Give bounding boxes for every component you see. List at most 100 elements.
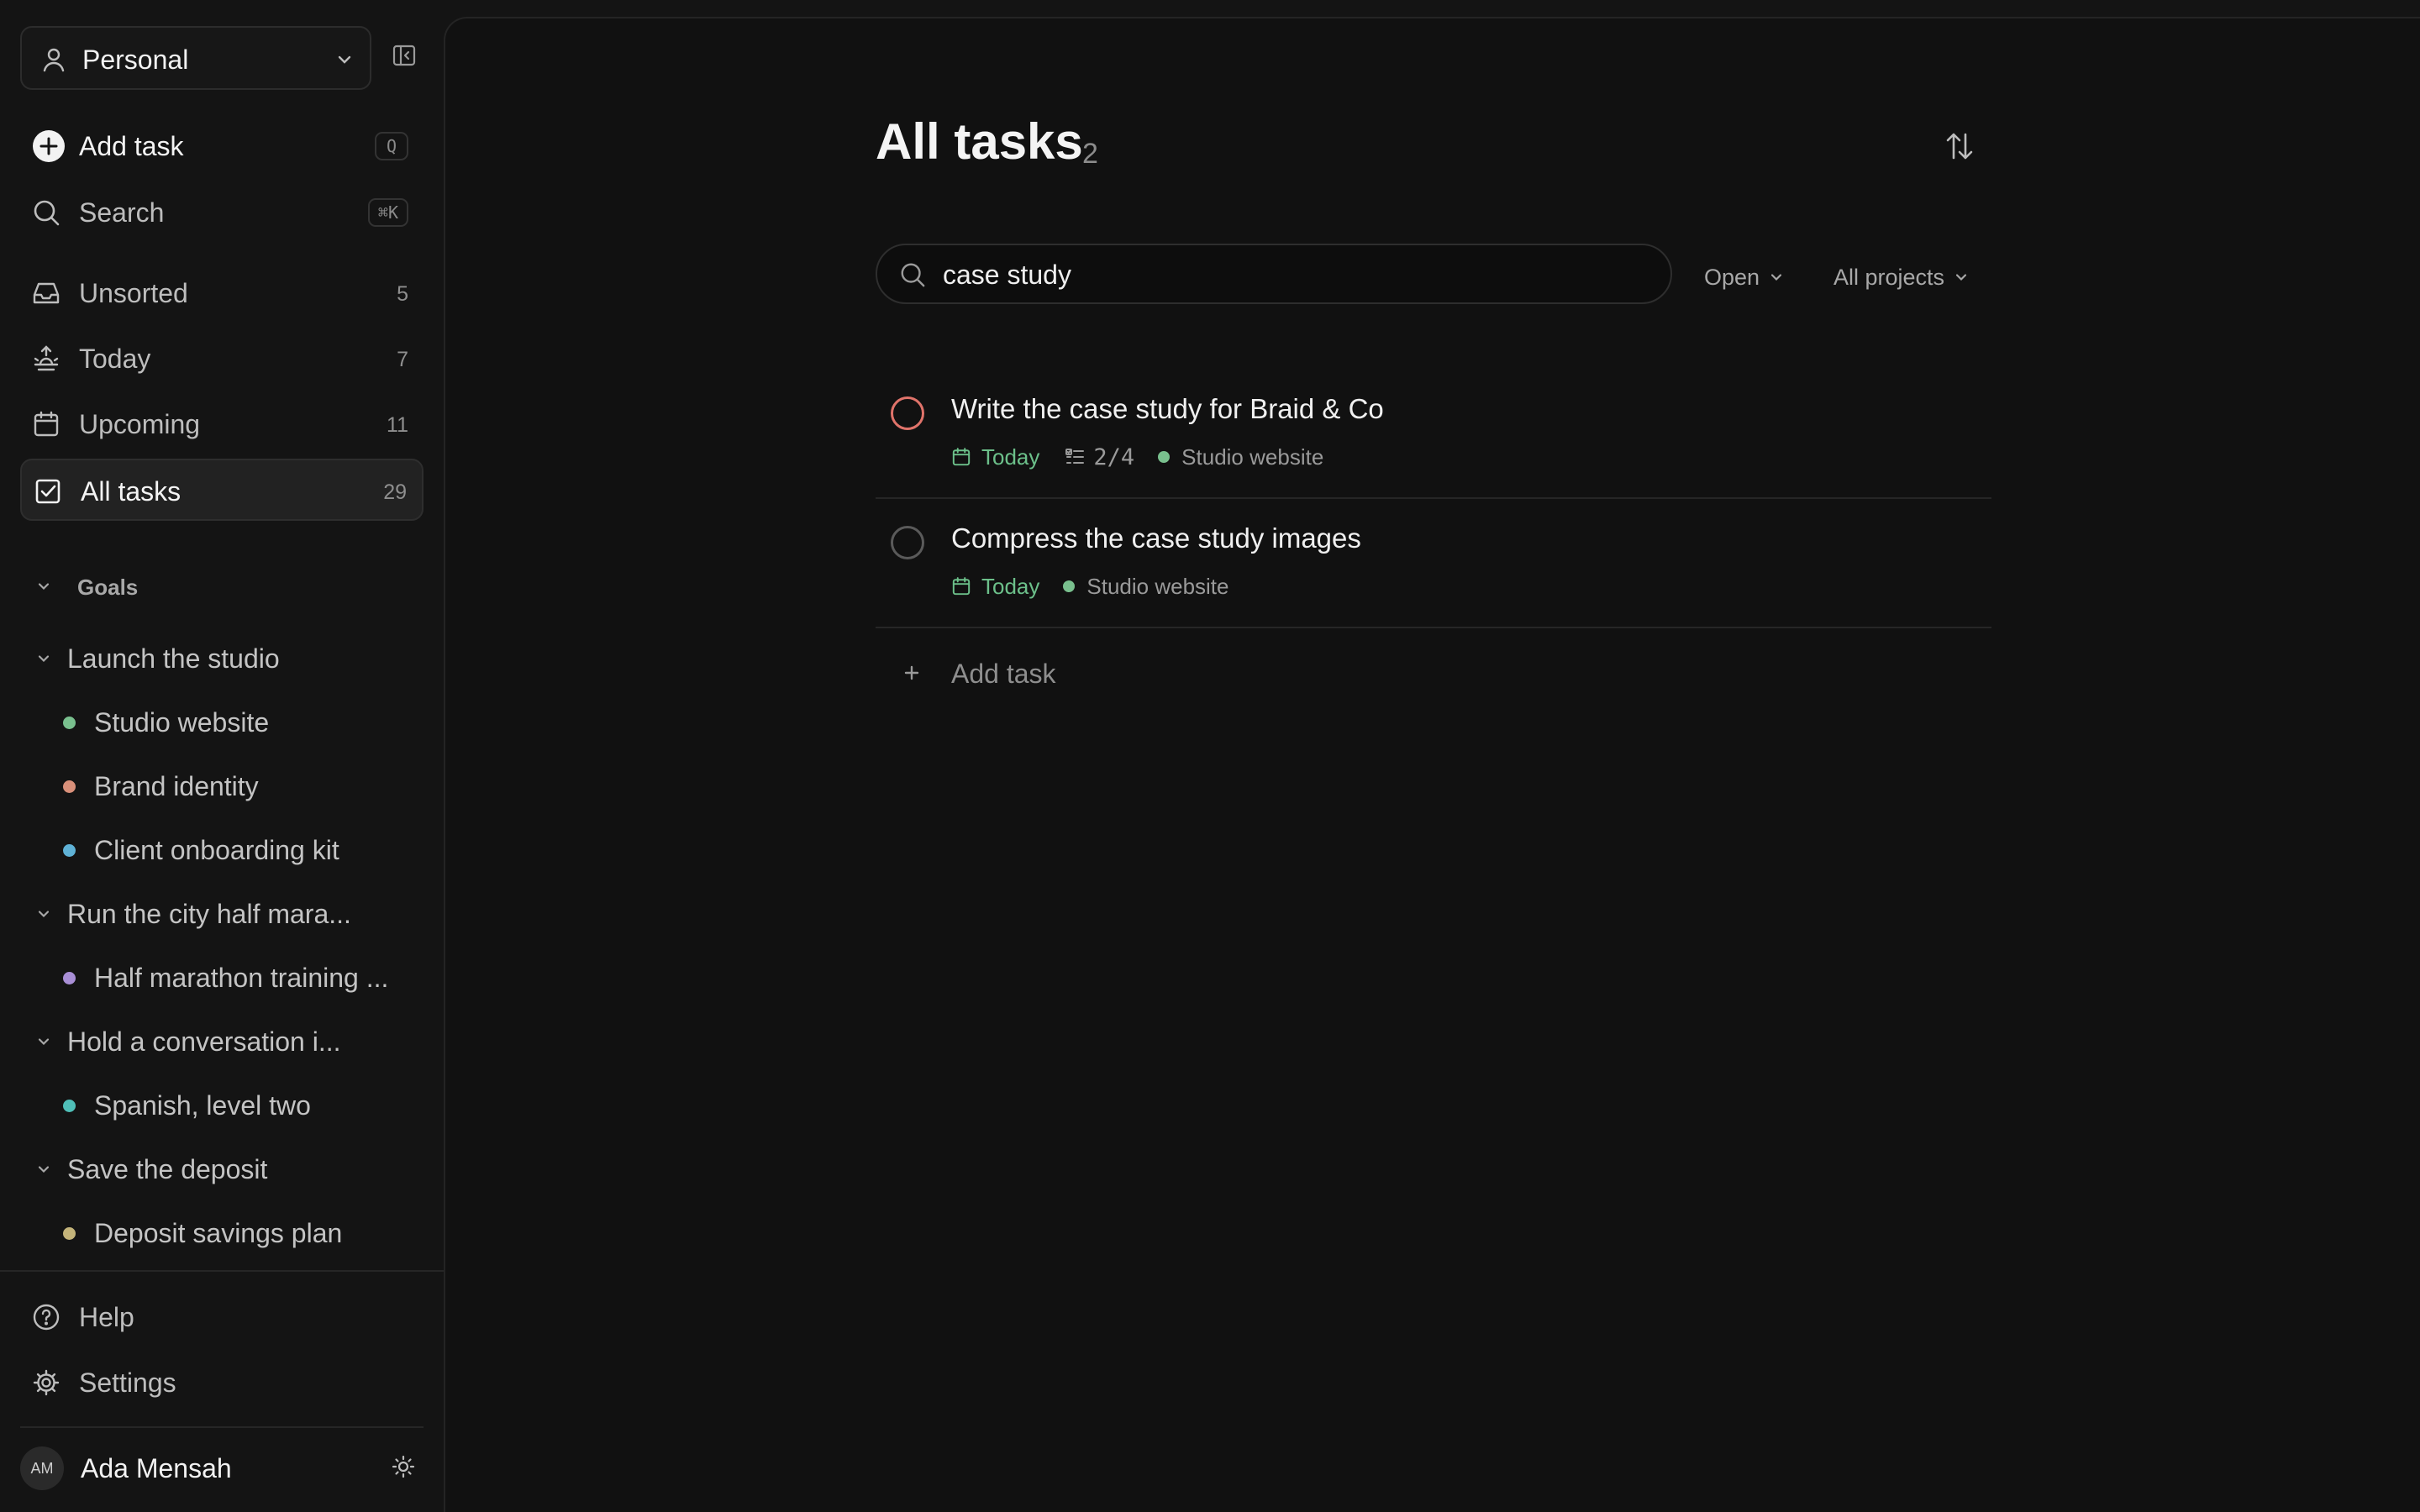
- project-label: Half marathon training ...: [94, 963, 389, 993]
- task-project[interactable]: Studio website: [1063, 574, 1229, 600]
- task-search-field[interactable]: [876, 244, 1672, 304]
- project-label: Spanish, level two: [94, 1090, 311, 1121]
- sidebar-collapse-icon[interactable]: [392, 43, 422, 73]
- chevron-down-icon: [35, 906, 52, 927]
- user-row: AM Ada Mensah: [20, 1441, 424, 1492]
- project-color-dot: [63, 1100, 76, 1112]
- avatar[interactable]: AM: [20, 1446, 64, 1490]
- project-label: Deposit savings plan: [94, 1218, 343, 1248]
- status-filter-dropdown[interactable]: Open: [1704, 262, 1785, 292]
- sidebar-item-unsorted[interactable]: Unsorted 5: [20, 262, 424, 323]
- workspace-name: Personal: [82, 45, 189, 75]
- shortcut-badge: Q: [375, 132, 408, 160]
- task-count: 2: [1082, 138, 1098, 170]
- sort-icon[interactable]: [1943, 129, 1983, 170]
- goal-label: Save the deposit: [67, 1154, 268, 1184]
- sidebar-item-label: Unsorted: [79, 278, 188, 308]
- task-meta: Today Studio website: [951, 571, 1229, 601]
- settings-button[interactable]: Settings: [20, 1354, 424, 1411]
- plus-icon: [899, 660, 924, 690]
- project-color-dot: [63, 1227, 76, 1240]
- task-row[interactable]: Write the case study for Braid & Co Toda…: [876, 371, 1991, 499]
- task-project[interactable]: Studio website: [1158, 444, 1323, 470]
- project-label: Client onboarding kit: [94, 835, 339, 865]
- project-label: Brand identity: [94, 771, 259, 801]
- project-color-dot: [1158, 451, 1171, 463]
- project-color-dot: [63, 780, 76, 793]
- project-spanish-level-two[interactable]: Spanish, level two: [20, 1077, 424, 1131]
- project-brand-identity[interactable]: Brand identity: [20, 758, 424, 811]
- chevron-down-icon: [35, 578, 52, 599]
- chevron-down-icon: [334, 50, 355, 74]
- project-filter-label: All projects: [1833, 264, 1945, 290]
- page-title: All tasks: [876, 113, 1083, 170]
- project-studio-website[interactable]: Studio website: [20, 694, 424, 748]
- add-task-button[interactable]: Add task Q: [20, 115, 424, 176]
- project-deposit-savings-plan[interactable]: Deposit savings plan: [20, 1205, 424, 1258]
- project-color-dot: [63, 972, 76, 984]
- add-task-label: Add task: [79, 131, 184, 161]
- chevron-down-icon: [1770, 274, 1782, 281]
- sidebar-item-label: All tasks: [81, 476, 182, 507]
- task-complete-checkbox[interactable]: [891, 526, 924, 559]
- subtask-progress: 2/4: [1065, 444, 1134, 470]
- sidebar-divider: [0, 1270, 444, 1272]
- task-row[interactable]: Compress the case study images Today Stu…: [876, 501, 1991, 628]
- project-half-marathon-training[interactable]: Half marathon training ...: [20, 949, 424, 1003]
- inline-add-task-button[interactable]: Add task: [876, 648, 1380, 699]
- sun-icon[interactable]: [392, 1455, 415, 1483]
- chevron-down-icon: [1955, 274, 1967, 281]
- sidebar-item-upcoming[interactable]: Upcoming 11: [20, 393, 424, 454]
- project-color-dot: [63, 844, 76, 857]
- chevron-down-icon: [35, 1033, 52, 1054]
- goals-header: Goals: [77, 575, 139, 600]
- chevron-down-icon: [35, 650, 52, 671]
- help-label: Help: [79, 1302, 134, 1332]
- sidebar-item-today[interactable]: Today 7: [20, 328, 424, 388]
- help-button[interactable]: Help: [20, 1289, 424, 1346]
- goal-run-half-marathon[interactable]: Run the city half mara...: [20, 885, 424, 939]
- calendar-icon: [32, 410, 60, 438]
- goal-label: Hold a conversation i...: [67, 1026, 341, 1057]
- chevron-down-icon: [35, 1161, 52, 1182]
- calendar-icon: [952, 577, 971, 596]
- user-name: Ada Mensah: [81, 1453, 232, 1483]
- search-icon: [32, 198, 60, 227]
- task-due-date: Today: [951, 444, 1039, 470]
- add-task-label: Add task: [951, 659, 1056, 689]
- task-project-label: Studio website: [1181, 444, 1324, 470]
- search-icon: [899, 261, 926, 292]
- sidebar-item-label: Upcoming: [79, 409, 201, 439]
- goal-label: Run the city half mara...: [67, 899, 351, 929]
- calendar-icon: [952, 448, 971, 466]
- inbox-icon: [32, 279, 60, 307]
- goals-section-toggle[interactable]: Goals: [20, 564, 424, 606]
- plus-circle-icon: [32, 129, 65, 162]
- sidebar-item-count: 29: [383, 480, 407, 504]
- goal-label: Launch the studio: [67, 643, 280, 674]
- sidebar-search-button[interactable]: Search ⌘K: [20, 181, 424, 242]
- main-panel: All tasks 2 Open All projects Write the …: [444, 17, 2420, 1512]
- sidebar-item-all-tasks[interactable]: All tasks 29: [20, 459, 424, 521]
- project-color-dot: [1063, 580, 1076, 592]
- task-complete-checkbox[interactable]: [891, 396, 924, 430]
- sidebar-item-count: 11: [387, 413, 408, 437]
- app-window: Personal Add task Q Search ⌘K Unsorted 5…: [0, 0, 2420, 1512]
- search-label: Search: [79, 197, 165, 228]
- goal-hold-a-conversation[interactable]: Hold a conversation i...: [20, 1013, 424, 1067]
- project-client-onboarding-kit[interactable]: Client onboarding kit: [20, 822, 424, 875]
- goal-save-the-deposit[interactable]: Save the deposit: [20, 1141, 424, 1194]
- goal-launch-the-studio[interactable]: Launch the studio: [20, 630, 424, 684]
- project-filter-dropdown[interactable]: All projects: [1833, 262, 1970, 292]
- checklist-icon: [1065, 449, 1085, 464]
- checkbox-icon: [34, 477, 62, 506]
- sidebar-item-count: 5: [397, 282, 408, 306]
- search-input[interactable]: [943, 257, 1649, 292]
- settings-label: Settings: [79, 1368, 176, 1398]
- task-title[interactable]: Compress the case study images: [951, 522, 1361, 554]
- workspace-switcher[interactable]: Personal: [20, 26, 371, 90]
- project-color-dot: [63, 717, 76, 729]
- project-label: Studio website: [94, 707, 270, 738]
- due-date-label: Today: [981, 444, 1040, 470]
- task-title[interactable]: Write the case study for Braid & Co: [951, 393, 1384, 425]
